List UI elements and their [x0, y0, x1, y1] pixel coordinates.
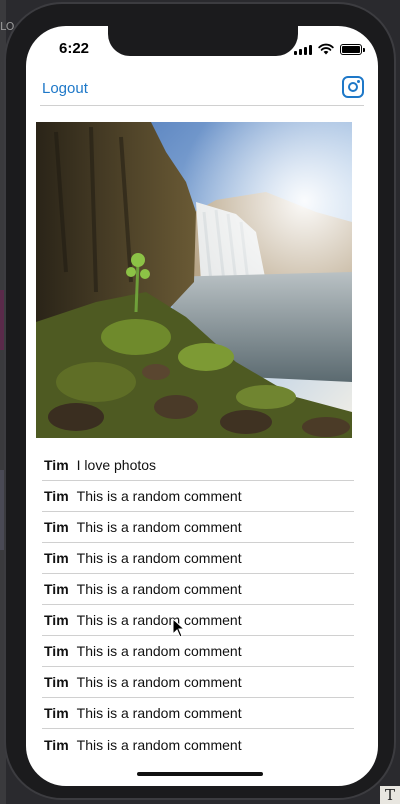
comment-row: Tim This is a random comment [42, 667, 354, 698]
wifi-icon [318, 43, 334, 55]
comment-username: Tim [44, 581, 69, 597]
comment-row: Tim This is a random comment [42, 636, 354, 667]
battery-icon [340, 43, 365, 55]
comment-username: Tim [44, 736, 69, 753]
cellular-signal-icon [294, 44, 312, 55]
phone-screen: 6:22 Logout Tim I love photos Tim This i… [26, 26, 378, 786]
comment-text: I love photos [76, 457, 157, 473]
comment-username: Tim [44, 550, 69, 566]
comment-row: Tim This is a random comment [42, 574, 354, 605]
comment-text: This is a random comment [76, 612, 242, 628]
desktop-corner-glyph: T [380, 786, 400, 804]
comment-row: Tim I love photos [42, 450, 354, 481]
post-photo [36, 122, 352, 438]
comment-username: Tim [44, 457, 69, 473]
comment-row: Tim This is a random comment [42, 729, 354, 760]
comment-text: This is a random comment [76, 581, 242, 597]
comment-username: Tim [44, 643, 69, 659]
comment-text: This is a random comment [76, 643, 242, 659]
waterfall-landscape-image [36, 122, 352, 438]
comment-username: Tim [44, 705, 69, 721]
comment-row: Tim This is a random comment [42, 605, 354, 636]
home-indicator[interactable] [137, 772, 263, 776]
comments-list: Tim I love photos Tim This is a random c… [42, 450, 354, 760]
mouse-pointer-icon [172, 618, 186, 638]
status-icons [294, 43, 365, 55]
comment-text: This is a random comment [76, 705, 242, 721]
comment-text: This is a random comment [76, 736, 242, 753]
navigation-bar: Logout [40, 72, 364, 106]
comment-username: Tim [44, 612, 69, 628]
comment-text: This is a random comment [76, 488, 242, 504]
comment-username: Tim [44, 519, 69, 535]
phone-frame: 6:22 Logout Tim I love photos Tim This i… [4, 2, 396, 800]
logout-button[interactable]: Logout [42, 80, 88, 97]
status-time: 6:22 [59, 40, 90, 57]
instagram-camera-icon[interactable] [342, 76, 364, 98]
comment-text: This is a random comment [76, 519, 242, 535]
comment-text: This is a random comment [76, 550, 242, 566]
comment-row: Tim This is a random comment [42, 512, 354, 543]
comment-row: Tim This is a random comment [42, 481, 354, 512]
comment-row: Tim This is a random comment [42, 698, 354, 729]
comment-text: This is a random comment [76, 674, 242, 690]
comment-username: Tim [44, 674, 69, 690]
comment-row: Tim This is a random comment [42, 543, 354, 574]
notch [108, 26, 298, 56]
comment-username: Tim [44, 488, 69, 504]
